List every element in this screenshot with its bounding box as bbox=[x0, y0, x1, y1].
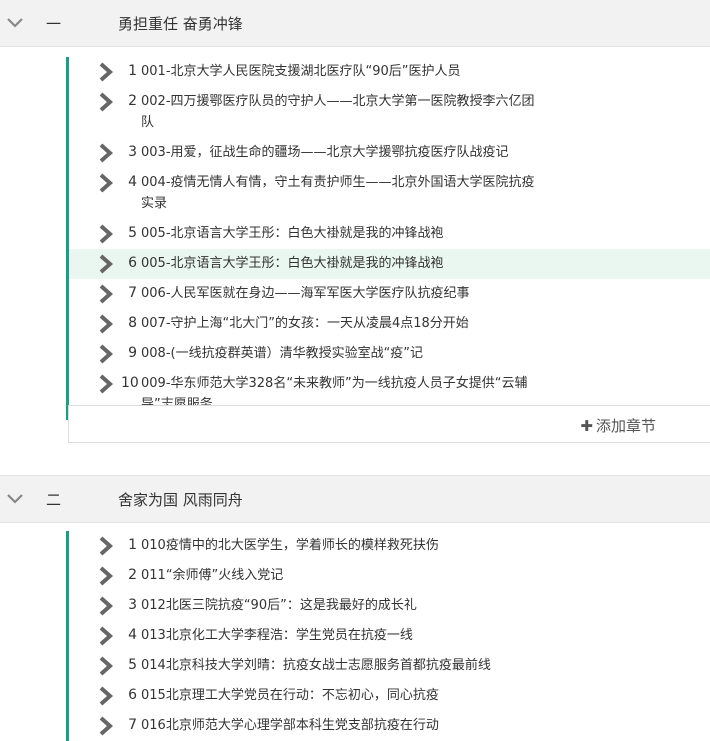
chevron-right-icon bbox=[99, 686, 114, 706]
section-title[interactable]: 001-北京大学人民医院支援湖北医疗队“90后”医护人员 bbox=[141, 61, 546, 82]
chapter-title[interactable]: 勇担重任 奋勇冲锋 bbox=[118, 13, 243, 34]
section-title[interactable]: 007-守护上海“北大门”的女孩：一天从凌晨4点18分开始 bbox=[141, 313, 546, 334]
section-index: 7 bbox=[128, 285, 137, 301]
section-index: 3 bbox=[128, 144, 137, 160]
section-index: 6 bbox=[128, 255, 137, 271]
section-item[interactable]: 6 015北京理工大学党员在行动：不忘初心，同心抗疫 bbox=[69, 681, 710, 711]
section-index: 1 bbox=[128, 537, 137, 553]
section-title[interactable]: 005-北京语言大学王彤：白色大褂就是我的冲锋战袍 bbox=[141, 223, 546, 244]
chevron-right-icon bbox=[99, 92, 114, 112]
section-index: 1 bbox=[128, 63, 137, 79]
section-item[interactable]: 1 010疫情中的北大医学生，学着师长的模样救死扶伤 bbox=[69, 531, 710, 561]
chevron-right-icon bbox=[99, 536, 114, 556]
chevron-right-icon bbox=[99, 173, 114, 193]
section-index: 5 bbox=[128, 657, 137, 673]
chevron-right-icon bbox=[99, 62, 114, 82]
section-title[interactable]: 006-人民军医就在身边——海军军医大学医疗队抗疫纪事 bbox=[141, 283, 546, 304]
chevron-right-icon bbox=[99, 254, 114, 274]
section-list: 1 001-北京大学人民医院支援湖北医疗队“90后”医护人员 2 002-四万援… bbox=[66, 57, 710, 420]
chapter-title[interactable]: 舍家为国 风雨同舟 bbox=[118, 489, 243, 510]
section-title[interactable]: 008-(一线抗疫群英谱）清华教授实验室战“疫”记 bbox=[141, 343, 546, 364]
chevron-right-icon bbox=[99, 626, 114, 646]
section-item[interactable]: 2 011“余师傅”火线入党记 bbox=[69, 561, 710, 591]
section-title[interactable]: 012北医三院抗疫“90后”：这是我最好的成长礼 bbox=[141, 595, 546, 616]
section-item[interactable]: 5 005-北京语言大学王彤：白色大褂就是我的冲锋战袍 bbox=[69, 219, 710, 249]
section-item[interactable]: 8 007-守护上海“北大门”的女孩：一天从凌晨4点18分开始 bbox=[69, 309, 710, 339]
chevron-right-icon bbox=[99, 596, 114, 616]
chapter-header-1[interactable]: 一 勇担重任 奋勇冲锋 bbox=[0, 0, 710, 47]
section-index: 5 bbox=[128, 225, 137, 241]
section-index: 6 bbox=[128, 687, 137, 703]
chevron-right-icon bbox=[99, 143, 114, 163]
section-index: 2 bbox=[128, 567, 137, 583]
section-index: 4 bbox=[128, 627, 137, 643]
section-item[interactable]: 7 006-人民军医就在身边——海军军医大学医疗队抗疫纪事 bbox=[69, 279, 710, 309]
chevron-down-icon[interactable] bbox=[6, 492, 24, 506]
add-chapter-button[interactable]: ✚ 添加章节 bbox=[580, 415, 656, 436]
section-title[interactable]: 016北京师范大学心理学部本科生党支部抗疫在行动 bbox=[141, 715, 546, 736]
section-index: 10 bbox=[121, 375, 139, 391]
section-index: 2 bbox=[128, 93, 137, 109]
chevron-right-icon bbox=[99, 374, 114, 394]
chapter-header-2[interactable]: 二 舍家为国 风雨同舟 bbox=[0, 475, 710, 523]
chevron-right-icon bbox=[99, 224, 114, 244]
section-title[interactable]: 013北京化工大学李程浩：学生党员在抗疫一线 bbox=[141, 625, 546, 646]
section-index: 7 bbox=[128, 717, 137, 733]
section-item[interactable]: 5 014北京科技大学刘晴：抗疫女战士志愿服务首都抗疫最前线 bbox=[69, 651, 710, 681]
section-item[interactable]: 1 001-北京大学人民医院支援湖北医疗队“90后”医护人员 bbox=[69, 57, 710, 87]
chevron-right-icon bbox=[99, 716, 114, 736]
section-index: 9 bbox=[128, 345, 137, 361]
section-item-selected[interactable]: 6 005-北京语言大学王彤：白色大褂就是我的冲锋战袍 bbox=[69, 249, 710, 279]
section-index: 4 bbox=[128, 174, 137, 190]
section-item[interactable]: 7 016北京师范大学心理学部本科生党支部抗疫在行动 bbox=[69, 711, 710, 741]
chevron-right-icon bbox=[99, 344, 114, 364]
chevron-right-icon bbox=[99, 566, 114, 586]
section-title[interactable]: 002-四万援鄂医疗队员的守护人——北京大学第一医院教授李六亿团队 bbox=[141, 91, 546, 133]
section-title[interactable]: 005-北京语言大学王彤：白色大褂就是我的冲锋战袍 bbox=[141, 253, 546, 274]
section-item[interactable]: 4 004-疫情无情人有情，守土有责护师生——北京外国语大学医院抗疫实录 bbox=[69, 168, 710, 219]
chevron-right-icon bbox=[99, 284, 114, 304]
section-item[interactable]: 4 013北京化工大学李程浩：学生党员在抗疫一线 bbox=[69, 621, 710, 651]
section-title[interactable]: 015北京理工大学党员在行动：不忘初心，同心抗疫 bbox=[141, 685, 546, 706]
section-title[interactable]: 011“余师傅”火线入党记 bbox=[141, 565, 546, 586]
chapter-number: 一 bbox=[46, 15, 62, 33]
section-title[interactable]: 014北京科技大学刘晴：抗疫女战士志愿服务首都抗疫最前线 bbox=[141, 655, 546, 676]
add-chapter-bar: ✚ 添加章节 bbox=[68, 405, 710, 443]
section-item[interactable]: 3 003-用爱，征战生命的疆场——北京大学援鄂抗疫医疗队战疫记 bbox=[69, 138, 710, 168]
chevron-down-icon[interactable] bbox=[6, 16, 24, 30]
plus-icon: ✚ bbox=[580, 417, 593, 435]
add-chapter-label: 添加章节 bbox=[595, 417, 656, 435]
section-item[interactable]: 2 002-四万援鄂医疗队员的守护人——北京大学第一医院教授李六亿团队 bbox=[69, 87, 710, 138]
section-title[interactable]: 004-疫情无情人有情，守土有责护师生——北京外国语大学医院抗疫实录 bbox=[141, 172, 546, 214]
section-title[interactable]: 003-用爱，征战生命的疆场——北京大学援鄂抗疫医疗队战疫记 bbox=[141, 142, 546, 163]
section-item[interactable]: 9 008-(一线抗疫群英谱）清华教授实验室战“疫”记 bbox=[69, 339, 710, 369]
section-index: 3 bbox=[128, 597, 137, 613]
section-index: 8 bbox=[128, 315, 137, 331]
chevron-right-icon bbox=[99, 656, 114, 676]
chapter-number: 二 bbox=[46, 491, 62, 509]
section-item[interactable]: 3 012北医三院抗疫“90后”：这是我最好的成长礼 bbox=[69, 591, 710, 621]
section-list: 1 010疫情中的北大医学生，学着师长的模样救死扶伤 2 011“余师傅”火线入… bbox=[66, 531, 710, 741]
section-title[interactable]: 010疫情中的北大医学生，学着师长的模样救死扶伤 bbox=[141, 535, 546, 556]
chevron-right-icon bbox=[99, 314, 114, 334]
